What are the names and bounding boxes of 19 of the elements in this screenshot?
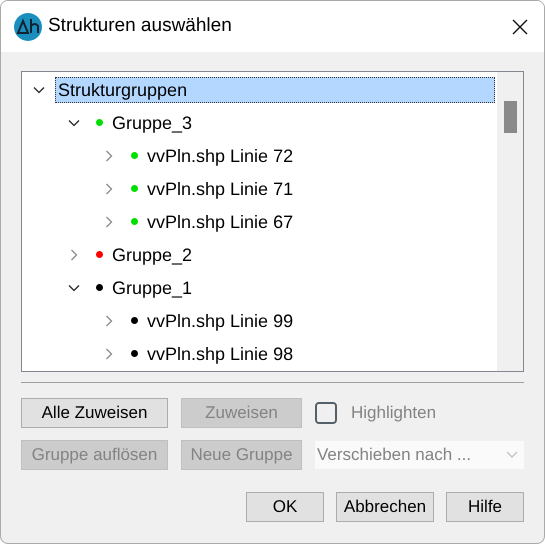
tree-item[interactable]: vvPln.shp Linie 72 <box>144 142 296 168</box>
dialog-button[interactable]: Hilfe <box>446 492 524 522</box>
tree-item[interactable]: vvPln.shp Linie 99 <box>144 308 296 334</box>
window-title: Strukturen auswählen <box>48 14 233 38</box>
dialog-button[interactable]: OK <box>246 492 324 522</box>
tree-item[interactable]: vvPln.shp Linie 67 <box>144 208 296 234</box>
tree-item[interactable]: vvPln.shp Linie 98 <box>144 340 296 366</box>
tree-item[interactable]: Gruppe_3 <box>109 110 196 136</box>
close-icon[interactable] <box>512 18 528 34</box>
tree-item[interactable]: Gruppe_2 <box>109 242 196 268</box>
tree-item[interactable]: Gruppe_1 <box>109 274 196 300</box>
chevron-down-icon <box>506 451 518 459</box>
checkbox-label: Highlighten <box>351 402 436 424</box>
tree-item[interactable]: Strukturgruppen <box>55 76 495 102</box>
dialog-button[interactable]: Alle Zuweisen <box>21 398 168 428</box>
tree-item[interactable]: vvPln.shp Linie 71 <box>144 176 296 202</box>
app-logo-icon <box>14 12 42 40</box>
scrollbar[interactable] <box>497 72 523 371</box>
dialog-button[interactable]: Abbrechen <box>336 492 434 522</box>
